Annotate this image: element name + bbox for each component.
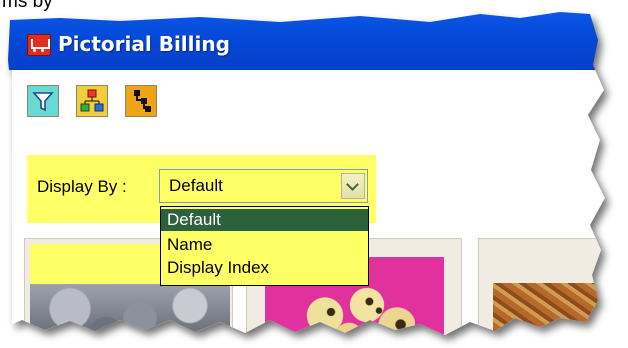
- product-image: [493, 283, 605, 335]
- display-by-dropdown-list: Default Name Display Index: [160, 206, 369, 286]
- dropdown-option-default[interactable]: Default: [161, 209, 368, 231]
- dropdown-option-name[interactable]: Name: [161, 234, 368, 256]
- filter-button[interactable]: [27, 85, 59, 117]
- chevron-down-icon[interactable]: [341, 173, 365, 199]
- hierarchy-icon: [80, 89, 104, 112]
- filter-icon: [32, 92, 54, 112]
- display-by-label: Display By :: [37, 177, 127, 196]
- tree-view-icon: [134, 90, 151, 112]
- dropdown-option-display-index[interactable]: Display Index: [161, 257, 368, 279]
- app-window: Pictorial Billing Display By: Default D…: [7, 12, 605, 335]
- shopping-cart-icon: [27, 34, 51, 56]
- display-by-select[interactable]: Default: [159, 169, 368, 203]
- tree-view-button[interactable]: [125, 85, 157, 117]
- product-photo: [30, 284, 230, 335]
- title-bar[interactable]: Pictorial Billing: [7, 12, 605, 70]
- window-title: Pictorial Billing: [58, 32, 230, 56]
- hierarchy-button[interactable]: [76, 85, 108, 117]
- display-by-selected-value: Default: [169, 176, 223, 195]
- torn-window-screenshot: Pictorial Billing Display By: Default D…: [0, 0, 628, 345]
- product-photo: [295, 277, 415, 335]
